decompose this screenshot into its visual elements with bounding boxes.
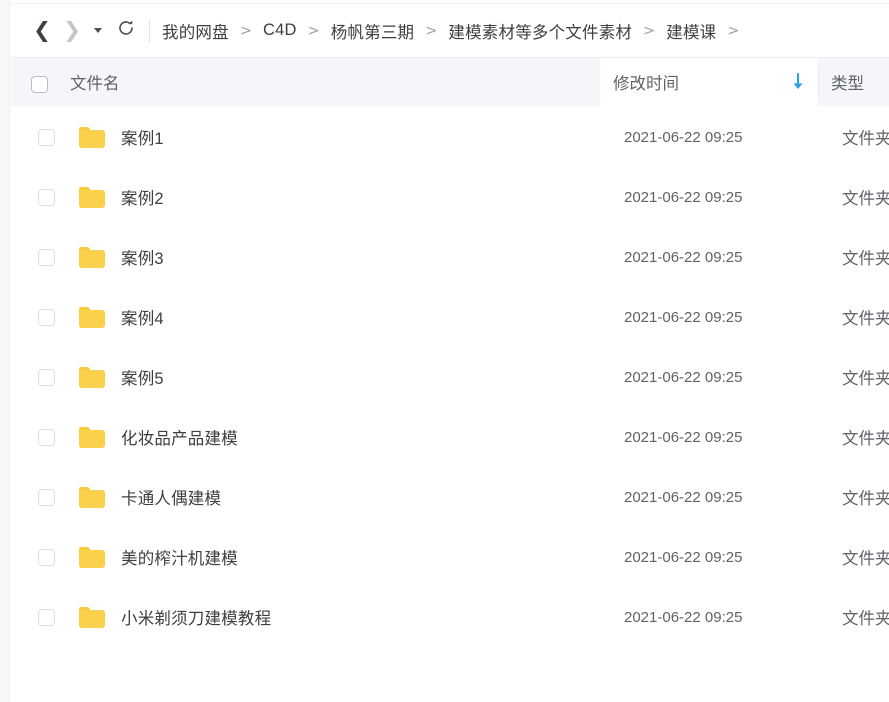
table-row[interactable]: 化妆品产品建模 2021-06-22 09:25 文件夹 — [11, 407, 889, 467]
select-all-checkbox-wrapper[interactable] — [31, 76, 48, 93]
row-checkbox[interactable] — [37, 368, 55, 386]
caret-down-icon — [94, 28, 102, 33]
select-all-checkbox[interactable] — [31, 76, 48, 93]
file-modified-time: 2021-06-22 09:25 — [624, 488, 743, 506]
file-list: 案例1 2021-06-22 09:25 文件夹 案例2 2021-06-22 … — [11, 107, 889, 640]
row-checkbox-wrapper[interactable] — [31, 188, 61, 206]
file-name[interactable]: 卡通人偶建模 — [121, 485, 221, 509]
breadcrumb-separator-icon: > — [239, 22, 252, 39]
breadcrumb-separator-icon: > — [727, 22, 740, 39]
file-modified-time: 2021-06-22 09:25 — [624, 188, 743, 206]
row-checkbox-wrapper[interactable] — [31, 488, 61, 506]
file-name[interactable]: 化妆品产品建模 — [121, 425, 238, 449]
file-manager-panel: ❮ ❯ 我的网盘 > C4D > 杨帆第三期 > 建模素材等多个文件素材 > 建… — [0, 0, 889, 702]
arrow-down-icon — [791, 73, 805, 91]
folder-icon — [79, 546, 109, 568]
file-modified-time: 2021-06-22 09:25 — [624, 128, 743, 146]
folder-icon — [79, 246, 109, 268]
file-name[interactable]: 案例5 — [121, 365, 164, 389]
table-row[interactable]: 案例3 2021-06-22 09:25 文件夹 — [11, 227, 889, 287]
chevron-left-icon: ❮ — [33, 18, 51, 42]
file-type: 文件夹 — [842, 130, 889, 148]
folder-icon — [79, 366, 109, 388]
column-header-modified[interactable]: 修改时间 — [613, 58, 679, 106]
column-header-filename[interactable]: 文件名 — [70, 58, 120, 106]
file-name[interactable]: 美的榨汁机建模 — [121, 545, 238, 569]
row-checkbox[interactable] — [37, 248, 55, 266]
column-header-type[interactable]: 类型 — [831, 58, 864, 106]
navigation-bar: ❮ ❯ 我的网盘 > C4D > 杨帆第三期 > 建模素材等多个文件素材 > 建… — [11, 4, 889, 57]
file-type: 文件夹 — [842, 430, 889, 448]
row-checkbox-wrapper[interactable] — [31, 308, 61, 326]
table-row[interactable]: 卡通人偶建模 2021-06-22 09:25 文件夹 — [11, 467, 889, 527]
refresh-button[interactable] — [111, 16, 141, 46]
row-checkbox-wrapper[interactable] — [31, 428, 61, 446]
file-name[interactable]: 案例4 — [121, 305, 164, 329]
file-name[interactable]: 小米剃须刀建模教程 — [121, 605, 271, 629]
refresh-icon — [116, 18, 136, 43]
file-type: 文件夹 — [842, 370, 889, 388]
file-type: 文件夹 — [842, 250, 889, 268]
history-dropdown-button[interactable] — [87, 16, 109, 46]
breadcrumb-separator-icon: > — [307, 22, 320, 39]
folder-icon — [79, 486, 109, 508]
row-checkbox-wrapper[interactable] — [31, 608, 61, 626]
row-checkbox[interactable] — [37, 308, 55, 326]
column-header-type-label: 类型 — [831, 75, 864, 93]
folder-icon — [79, 126, 109, 148]
folder-icon — [79, 306, 109, 328]
file-modified-time: 2021-06-22 09:25 — [624, 428, 743, 446]
file-type: 文件夹 — [842, 490, 889, 508]
breadcrumb-separator-icon: > — [643, 22, 656, 39]
chevron-right-icon: ❯ — [63, 18, 81, 42]
file-type: 文件夹 — [842, 550, 889, 568]
row-checkbox-wrapper[interactable] — [31, 248, 61, 266]
file-type: 文件夹 — [842, 190, 889, 208]
breadcrumb-item-term3[interactable]: 杨帆第三期 — [331, 19, 415, 43]
file-name[interactable]: 案例3 — [121, 245, 164, 269]
file-type: 文件夹 — [842, 610, 889, 628]
breadcrumb-item-assets[interactable]: 建模素材等多个文件素材 — [448, 19, 632, 43]
row-checkbox-wrapper[interactable] — [31, 368, 61, 386]
forward-button[interactable]: ❯ — [57, 16, 87, 46]
breadcrumb-separator-icon: > — [425, 22, 438, 39]
row-checkbox[interactable] — [37, 548, 55, 566]
file-type: 文件夹 — [842, 310, 889, 328]
back-button[interactable]: ❮ — [27, 16, 57, 46]
row-checkbox[interactable] — [37, 428, 55, 446]
breadcrumb-item-c4d[interactable]: C4D — [263, 21, 297, 40]
folder-icon — [79, 186, 109, 208]
row-checkbox[interactable] — [37, 488, 55, 506]
file-modified-time: 2021-06-22 09:25 — [624, 248, 743, 266]
row-checkbox-wrapper[interactable] — [31, 128, 61, 146]
sort-direction-button[interactable] — [789, 58, 807, 106]
toolbar-divider — [149, 19, 150, 42]
file-modified-time: 2021-06-22 09:25 — [624, 548, 743, 566]
column-header-divider — [818, 66, 819, 98]
row-checkbox[interactable] — [37, 128, 55, 146]
file-modified-time: 2021-06-22 09:25 — [624, 368, 743, 386]
breadcrumb-item-course[interactable]: 建模课 — [666, 19, 716, 43]
table-row[interactable]: 小米剃须刀建模教程 2021-06-22 09:25 文件夹 — [11, 587, 889, 647]
row-checkbox[interactable] — [37, 608, 55, 626]
table-row[interactable]: 案例2 2021-06-22 09:25 文件夹 — [11, 167, 889, 227]
table-row[interactable]: 案例5 2021-06-22 09:25 文件夹 — [11, 347, 889, 407]
breadcrumb-item-root[interactable]: 我的网盘 — [162, 19, 229, 43]
folder-icon — [79, 426, 109, 448]
folder-icon — [79, 606, 109, 628]
table-row[interactable]: 美的榨汁机建模 2021-06-22 09:25 文件夹 — [11, 527, 889, 587]
file-list-empty-area — [11, 640, 889, 702]
column-header-filename-label: 文件名 — [70, 75, 120, 93]
table-row[interactable]: 案例4 2021-06-22 09:25 文件夹 — [11, 287, 889, 347]
sidebar-edge-strip — [0, 0, 10, 702]
file-name[interactable]: 案例2 — [121, 185, 164, 209]
column-header-modified-label: 修改时间 — [613, 75, 679, 93]
row-checkbox-wrapper[interactable] — [31, 548, 61, 566]
row-checkbox[interactable] — [37, 188, 55, 206]
file-modified-time: 2021-06-22 09:25 — [624, 608, 743, 626]
file-name[interactable]: 案例1 — [121, 125, 164, 149]
breadcrumb: 我的网盘 > C4D > 杨帆第三期 > 建模素材等多个文件素材 > 建模课 > — [162, 19, 751, 43]
table-row[interactable]: 案例1 2021-06-22 09:25 文件夹 — [11, 107, 889, 167]
file-modified-time: 2021-06-22 09:25 — [624, 308, 743, 326]
